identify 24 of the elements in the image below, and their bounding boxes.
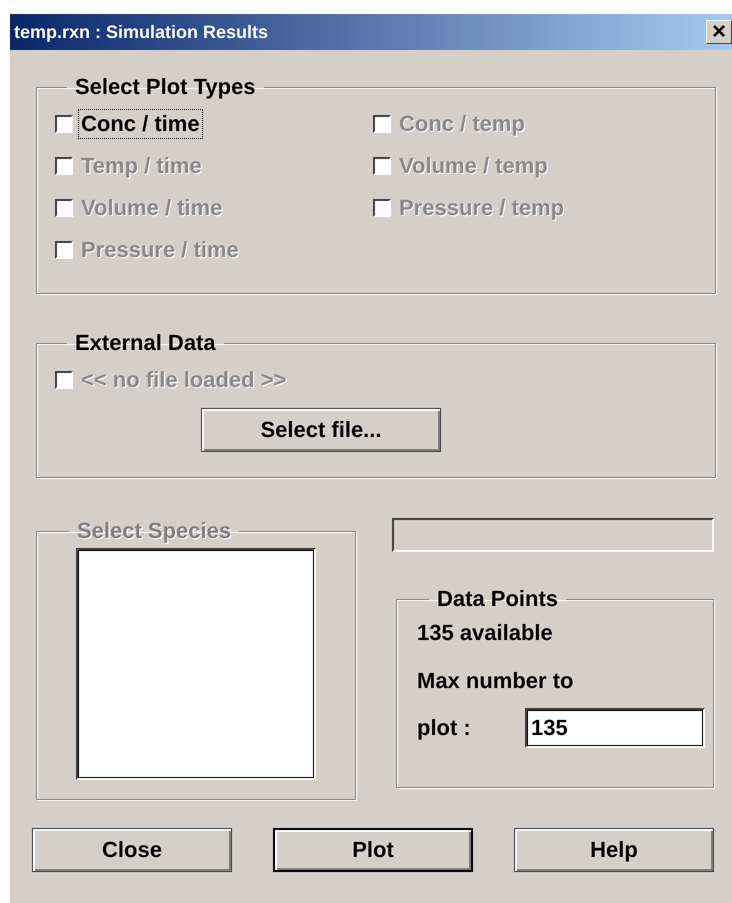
group-title: Select Species: [76, 518, 232, 544]
checkbox-label: Volume / time: [80, 194, 224, 222]
checkbox-label: Temp / time: [80, 152, 203, 180]
available-count: 135 available: [417, 620, 554, 646]
window-title: temp.rxn : Simulation Results: [14, 22, 268, 42]
checkbox[interactable]: [55, 115, 73, 133]
dialog-button[interactable]: Plot: [273, 828, 473, 872]
max-number-label: Max number to: [417, 668, 574, 694]
checkbox-label: Conc / temp: [398, 110, 526, 138]
checkbox-label: Volume / temp: [398, 152, 549, 180]
species-list[interactable]: [76, 548, 316, 780]
checkbox-label: Pressure / time: [80, 236, 240, 264]
dialog-button[interactable]: Close: [32, 828, 232, 872]
max-points-field[interactable]: 135: [525, 708, 705, 748]
dialog-button[interactable]: Help: [514, 828, 714, 872]
select-file-button[interactable]: Select file...: [201, 408, 441, 452]
checkbox-label: << no file loaded >>: [80, 366, 288, 394]
plot-label: plot :: [417, 715, 471, 741]
group-title: Data Points: [436, 586, 560, 612]
group-title: Select Plot Types: [74, 74, 257, 100]
checkbox-label: Pressure / temp: [398, 194, 566, 222]
close-button[interactable]: ×: [706, 20, 732, 44]
checkbox-label: Conc / time: [79, 110, 202, 138]
group-title: External Data: [74, 330, 217, 356]
